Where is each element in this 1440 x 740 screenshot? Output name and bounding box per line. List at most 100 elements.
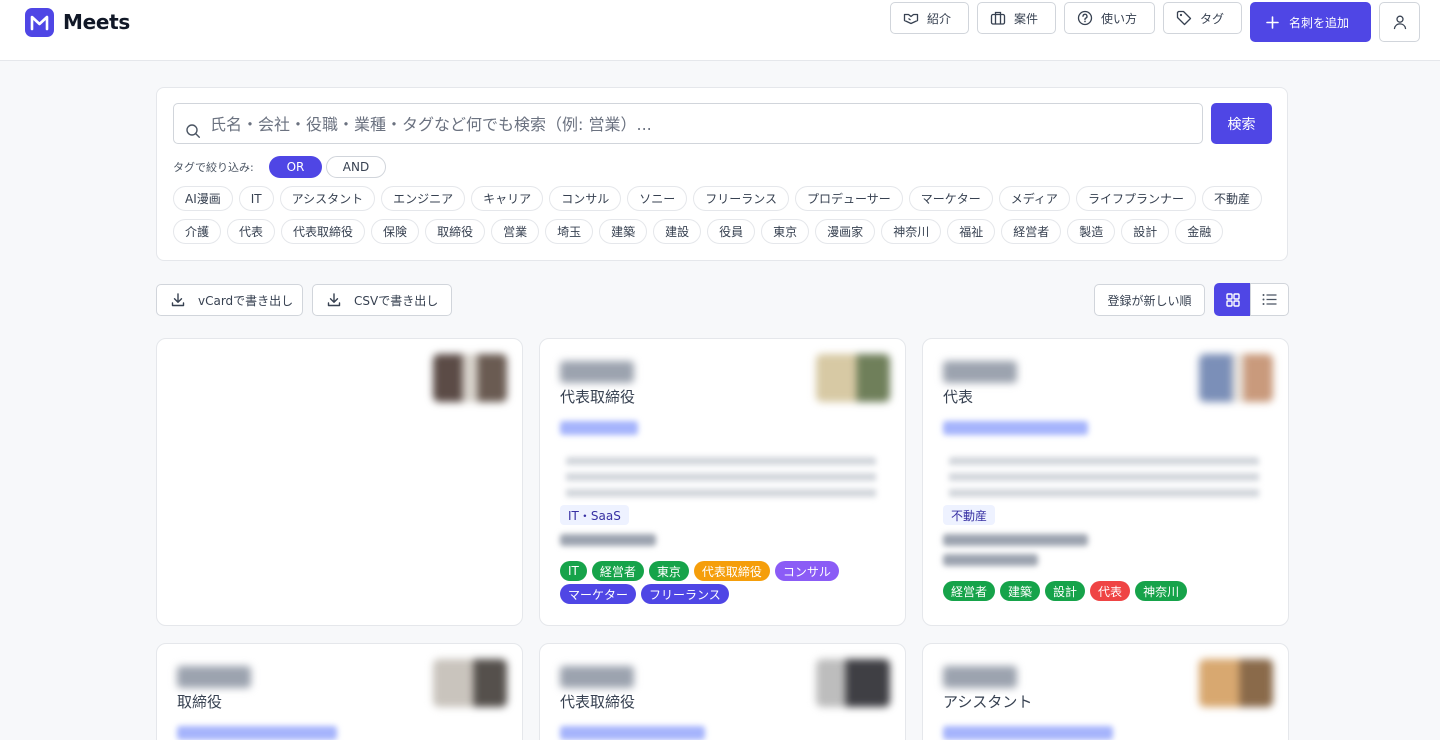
tags-button[interactable]: タグ: [1163, 2, 1242, 34]
card-name: [943, 361, 1017, 383]
card-company: [943, 421, 1088, 435]
card-tag[interactable]: コンサル: [774, 561, 839, 581]
card-tags: 経営者 建築 設計 代表 神奈川: [943, 581, 1273, 601]
csv-export-button[interactable]: CSVで書き出し: [312, 284, 452, 316]
tag-filter-chip[interactable]: 福祉: [947, 219, 996, 244]
tag-filter-chip[interactable]: 設計: [1121, 219, 1170, 244]
tag-filter-chip[interactable]: キャリア: [471, 186, 544, 211]
tag-filter-chip[interactable]: 東京: [761, 219, 810, 244]
search-box[interactable]: [173, 103, 1203, 144]
card-company: [560, 726, 705, 740]
tag-filter-chip[interactable]: AI漫画: [173, 186, 233, 211]
search-panel: 検索 タグで絞り込み: OR AND AI漫画ITアシスタントエンジニアキャリア…: [156, 87, 1288, 261]
tag-filter-chip[interactable]: 経営者: [1001, 219, 1062, 244]
card-tag[interactable]: マーケター: [560, 584, 637, 604]
card-memo: [949, 457, 1259, 499]
card-tag[interactable]: 代表取締役: [693, 561, 770, 581]
user-menu-button[interactable]: [1379, 2, 1420, 42]
card-tag[interactable]: 経営者: [591, 561, 644, 581]
card-phone: [943, 554, 1038, 566]
grid-view-button[interactable]: [1214, 283, 1251, 316]
sort-select[interactable]: 登録が新しい順: [1094, 284, 1205, 316]
projects-button[interactable]: 案件: [977, 2, 1056, 34]
tag-filter-chip[interactable]: 金融: [1175, 219, 1224, 244]
tag-filter-chip[interactable]: 代表取締役: [281, 219, 366, 244]
tag-filter-label: タグで絞り込み:: [173, 161, 254, 174]
card-tag[interactable]: 設計: [1045, 581, 1086, 601]
card-title: 代表: [943, 388, 974, 406]
filter-mode-and[interactable]: AND: [326, 156, 386, 178]
tag-filter-chip[interactable]: エンジニア: [381, 186, 466, 211]
card-tag[interactable]: 神奈川: [1135, 581, 1188, 601]
tag-filter-chip[interactable]: 建設: [653, 219, 702, 244]
tag-filter-chip[interactable]: フリーランス: [693, 186, 789, 211]
business-card[interactable]: 代表取締役 IT・SaaS IT 経営者 東京 代表取締役 コンサル マーケター フリーラン…: [539, 338, 906, 626]
card-photo: [816, 354, 890, 402]
card-title: 代表取締役: [560, 693, 636, 711]
tag-filter-chip[interactable]: 神奈川: [881, 219, 942, 244]
card-photo: [816, 659, 890, 707]
card-company: [177, 726, 337, 740]
card-tag[interactable]: 建築: [1000, 581, 1041, 601]
filter-mode-or[interactable]: OR: [269, 156, 322, 178]
tag-filter-chip[interactable]: 保険: [371, 219, 420, 244]
card-tag[interactable]: IT: [560, 561, 587, 581]
tag-filter-chip[interactable]: 埼玉: [545, 219, 594, 244]
tag-filter-chip[interactable]: ライフプランナー: [1075, 186, 1196, 211]
card-title: 代表取締役: [560, 388, 636, 406]
tag-filter-chip[interactable]: マーケター: [908, 186, 993, 211]
tag-filter-chip[interactable]: 営業: [491, 219, 540, 244]
help-circle-icon: [1077, 10, 1093, 26]
tag-filter-chip[interactable]: IT: [238, 186, 274, 211]
app-header: Meets 紹介 案件 使い方 タグ 名刺を追加: [0, 0, 1440, 61]
business-card[interactable]: 代表取締役: [539, 643, 906, 740]
card-company: [560, 421, 638, 435]
card-tag[interactable]: フリーランス: [641, 584, 729, 604]
business-card[interactable]: [156, 338, 523, 626]
tag-filter-chip[interactable]: コンサル: [549, 186, 622, 211]
tag-filter-chip[interactable]: ソニー: [627, 186, 688, 211]
tag-filter-chip[interactable]: 漫画家: [815, 219, 876, 244]
intro-button[interactable]: 紹介: [890, 2, 969, 34]
tag-filter-chip[interactable]: メディア: [998, 186, 1070, 211]
business-card[interactable]: 取締役: [156, 643, 523, 740]
card-tags: IT 経営者 東京 代表取締役 コンサルマーケター フリーランス: [560, 561, 890, 604]
card-tag[interactable]: 代表: [1090, 581, 1131, 601]
card-photo: [1199, 659, 1273, 707]
intro-label: 紹介: [927, 11, 952, 26]
add-card-button[interactable]: 名刺を追加: [1250, 2, 1371, 42]
handshake-icon: [903, 13, 919, 25]
tag-filter-chip[interactable]: 不動産: [1201, 186, 1262, 211]
tag-filter-chip[interactable]: 介護: [173, 219, 222, 244]
tag-filter-chip[interactable]: 役員: [707, 219, 756, 244]
download-icon: [327, 293, 341, 307]
user-icon: [1393, 15, 1406, 30]
howto-label: 使い方: [1101, 11, 1138, 26]
card-email: [943, 534, 1088, 546]
tag-filter-chip[interactable]: 代表: [227, 219, 276, 244]
card-name: [560, 361, 634, 383]
business-card[interactable]: 代表 不動産 経営者 建築 設計 代表 神奈川: [922, 338, 1289, 626]
card-company: [943, 726, 1113, 740]
business-card[interactable]: アシスタント: [922, 643, 1289, 740]
card-photo: [433, 354, 507, 402]
search-button[interactable]: 検索: [1211, 103, 1272, 144]
card-tag[interactable]: 東京: [648, 561, 689, 581]
search-input[interactable]: [210, 112, 1190, 136]
tag-icon: [1176, 10, 1192, 26]
tag-filter-chip[interactable]: 取締役: [425, 219, 486, 244]
tag-filter-chip[interactable]: プロデューサー: [794, 186, 903, 211]
card-phone: [560, 534, 656, 546]
tag-filter-chip[interactable]: 製造: [1067, 219, 1116, 244]
list-view-button[interactable]: [1250, 283, 1289, 316]
download-icon: [171, 293, 185, 307]
tag-filter-chip[interactable]: 建築: [599, 219, 648, 244]
vcard-export-button[interactable]: vCardで書き出し: [156, 284, 303, 316]
card-name: [943, 666, 1017, 688]
app-name[interactable]: Meets: [63, 10, 130, 34]
tag-filter-chip[interactable]: アシスタント: [279, 186, 376, 211]
logo-icon[interactable]: [25, 8, 54, 37]
card-name: [560, 666, 634, 688]
howto-button[interactable]: 使い方: [1064, 2, 1155, 34]
card-tag[interactable]: 経営者: [943, 581, 996, 601]
